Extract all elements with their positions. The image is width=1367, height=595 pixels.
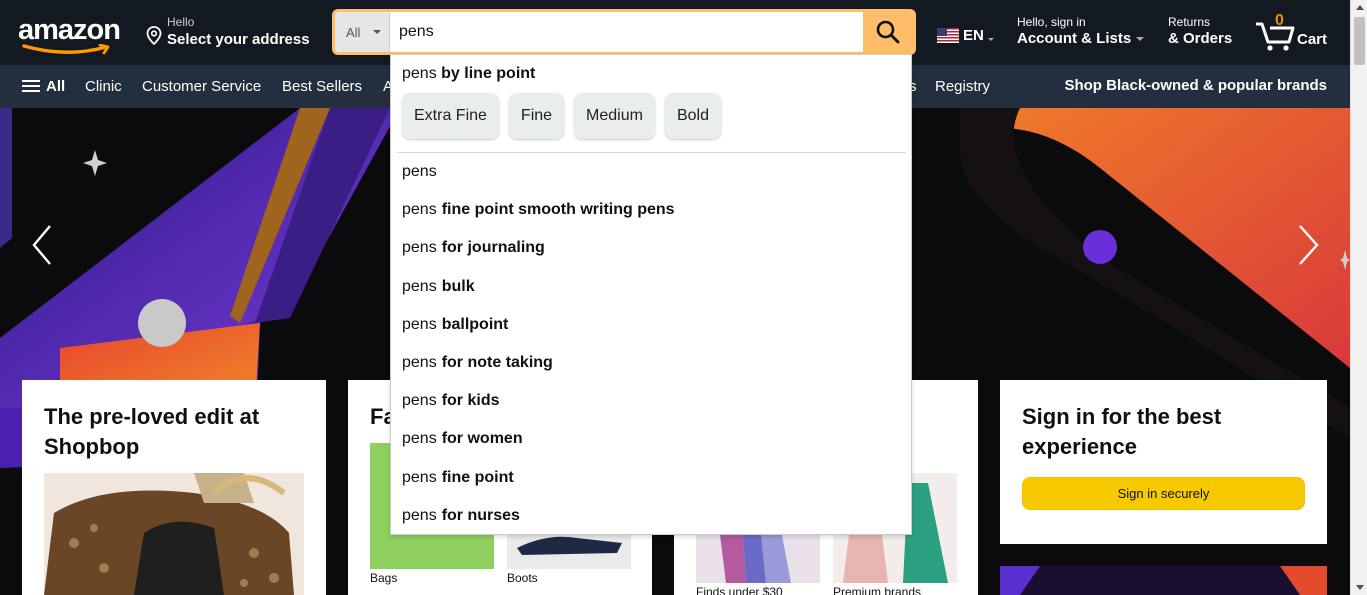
suggestion-suffix: for nurses <box>441 506 520 524</box>
suggestion-suffix: ballpoint <box>441 315 509 333</box>
card-signin: Sign in for the best experience Sign in … <box>1000 380 1327 544</box>
suggestion-prefix: pens <box>402 392 437 410</box>
handbag-image <box>44 473 304 595</box>
chip-extra-fine[interactable]: Extra Fine <box>402 93 499 139</box>
suggestion-prefix: pens <box>402 315 437 333</box>
line-point-chips: Extra Fine Fine Medium Bold <box>402 93 721 139</box>
caption-premium-brands[interactable]: Premium brands <box>833 585 921 595</box>
suggestion-item[interactable]: pens for nurses <box>391 497 911 535</box>
group-prefix: pens <box>402 65 437 82</box>
returns-orders-link[interactable]: Returns & Orders <box>1168 15 1232 47</box>
us-flag-icon <box>937 28 959 43</box>
all-menu-label: All <box>46 77 66 95</box>
ad-banner-graphic <box>1000 566 1327 595</box>
chip-medium[interactable]: Medium <box>574 93 655 139</box>
account-label: Account & Lists <box>1017 30 1132 47</box>
chevron-down-icon <box>1136 37 1145 42</box>
suggestion-prefix: pens <box>402 277 437 295</box>
hamburger-menu-icon <box>22 77 40 95</box>
suggestion-suffix: for kids <box>441 392 500 410</box>
search-submit-button[interactable] <box>863 12 913 52</box>
suggestion-prefix: pens <box>402 239 437 257</box>
carousel-prev-button[interactable] <box>30 223 56 272</box>
scroll-up-arrow-icon[interactable] <box>1356 5 1364 10</box>
group-suffix: by line point <box>441 65 536 82</box>
suggestion-item[interactable]: pens for note taking <box>391 344 911 382</box>
suggestion-item[interactable]: pens for journaling <box>391 229 911 267</box>
suggestion-suffix: for journaling <box>441 239 545 257</box>
scroll-down-arrow-icon[interactable] <box>1356 585 1364 590</box>
account-menu[interactable]: Hello, sign in Account & Lists <box>1017 15 1145 47</box>
search-icon <box>876 20 900 44</box>
card-image-handbag[interactable] <box>44 473 304 595</box>
cart-count: 0 <box>1275 12 1284 29</box>
suggestion-suffix: fine point <box>441 468 514 486</box>
search-category-label: All <box>346 25 361 40</box>
language-code: EN <box>963 27 984 44</box>
caption-boots[interactable]: Boots <box>507 571 538 585</box>
search-category-select[interactable]: All <box>335 12 390 52</box>
suggestion-suffix: fine point smooth writing pens <box>441 201 675 219</box>
suggestion-item[interactable]: pens for kids <box>391 382 911 420</box>
language-selector[interactable]: EN <box>937 27 994 44</box>
search-bar: All <box>332 9 916 55</box>
carousel-next-button[interactable] <box>1295 223 1321 272</box>
cart-label: Cart <box>1297 31 1328 48</box>
ad-banner[interactable] <box>1000 566 1327 595</box>
promo-link[interactable]: Shop Black-owned & popular brands <box>1064 77 1327 94</box>
suggestion-item[interactable]: pens <box>391 153 911 191</box>
amazon-logo[interactable]: amazon <box>18 14 128 55</box>
card-shopbop: The pre-loved edit at Shopbop <box>22 380 326 595</box>
nav-item-customer-service[interactable]: Customer Service <box>142 78 261 95</box>
suggestion-suffix: for note taking <box>441 354 553 372</box>
suggestion-prefix: pens <box>402 506 437 524</box>
suggestion-prefix: pens <box>402 430 437 448</box>
suggestion-suffix: for women <box>441 430 523 448</box>
cart-button[interactable]: 0 Cart <box>1255 12 1335 52</box>
amazon-home-page: amazon Hello Select your address All pen… <box>0 0 1367 595</box>
page-scrollbar[interactable] <box>1350 0 1367 595</box>
card-title: The pre-loved edit at Shopbop <box>44 404 260 459</box>
chevron-down-icon <box>987 38 994 41</box>
location-pin-icon <box>146 26 162 45</box>
chip-bold[interactable]: Bold <box>664 93 721 139</box>
logo-smile-icon <box>22 44 110 55</box>
returns-line1: Returns <box>1168 15 1211 29</box>
suggestion-item[interactable]: pens ballpoint <box>391 306 911 344</box>
suggestion-prefix: pens <box>402 201 437 219</box>
suggestion-list: pens pens fine point smooth writing pens … <box>391 153 911 535</box>
account-greeting: Hello, sign in <box>1017 15 1086 29</box>
search-input[interactable] <box>393 12 863 52</box>
chevron-right-icon <box>1299 225 1319 265</box>
sign-in-securely-button[interactable]: Sign in securely <box>1022 477 1305 510</box>
address-action: Select your address <box>167 31 310 48</box>
suggestion-item[interactable]: pens for women <box>391 420 911 458</box>
scrollbar-thumb[interactable] <box>1354 17 1365 65</box>
chevron-left-icon <box>32 225 51 265</box>
suggestion-group-header: pens by line point <box>402 65 535 83</box>
nav-item-registry[interactable]: Registry <box>935 78 990 95</box>
suggestion-suffix: bulk <box>441 277 475 295</box>
chevron-down-icon <box>373 30 381 34</box>
logo-text: amazon <box>18 14 121 46</box>
suggestion-item[interactable]: pens bulk <box>391 268 911 306</box>
card-title: Sign in for the best experience <box>1022 404 1222 459</box>
all-menu-button[interactable]: All <box>22 77 65 95</box>
suggestion-item[interactable]: pens fine point <box>391 459 911 497</box>
caption-bags[interactable]: Bags <box>370 571 397 585</box>
suggestion-prefix: pens <box>402 354 437 372</box>
caption-finds-under-30[interactable]: Finds under $30 <box>696 585 783 595</box>
nav-item-clinic[interactable]: Clinic <box>85 78 122 95</box>
suggestion-prefix: pens <box>402 163 437 181</box>
suggestion-item[interactable]: pens fine point smooth writing pens <box>391 191 911 229</box>
nav-item-best-sellers[interactable]: Best Sellers <box>282 78 362 95</box>
address-greeting: Hello <box>167 15 195 29</box>
search-suggestions-dropdown: pens by line point Extra Fine Fine Mediu… <box>390 54 912 535</box>
returns-line2: & Orders <box>1168 30 1233 47</box>
chip-fine[interactable]: Fine <box>508 93 565 139</box>
suggestion-prefix: pens <box>402 468 437 486</box>
